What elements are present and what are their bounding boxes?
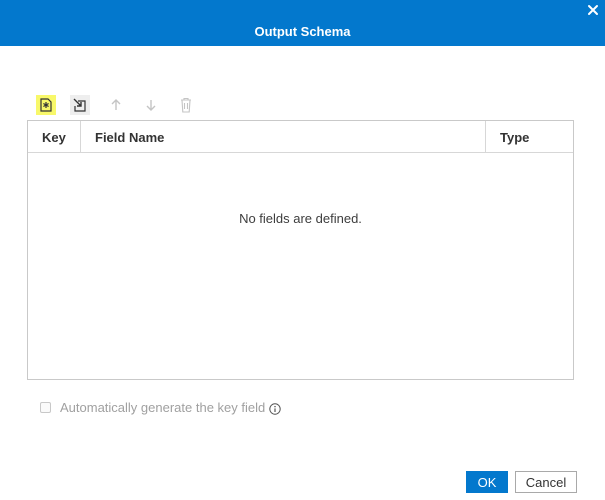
arrow-up-icon [111,99,121,110]
column-header-key[interactable]: Key [28,121,81,152]
import-fields-button[interactable] [70,95,90,115]
column-header-field-name[interactable]: Field Name [81,121,486,152]
column-header-type[interactable]: Type [486,121,573,152]
ok-button[interactable]: OK [466,471,508,493]
fields-table: Key Field Name Type No fields are define… [27,120,574,380]
new-field-button[interactable] [36,95,56,115]
empty-table-message: No fields are defined. [239,211,362,226]
auto-key-label: Automatically generate the key field [60,400,266,415]
arrow-down-icon [146,100,156,111]
table-header: Key Field Name Type [28,121,573,153]
dialog-title: Output Schema [254,24,351,39]
new-field-icon [40,98,52,112]
close-icon[interactable] [587,4,599,16]
move-up-button[interactable] [106,95,126,115]
auto-key-checkbox[interactable] [40,402,51,413]
import-icon [73,98,86,112]
dialog-titlebar: Output Schema [0,0,605,46]
trash-icon [181,97,191,113]
cancel-button[interactable]: Cancel [515,471,577,493]
move-down-button[interactable] [141,95,161,115]
delete-field-button[interactable] [176,95,196,115]
info-icon[interactable] [269,403,281,415]
